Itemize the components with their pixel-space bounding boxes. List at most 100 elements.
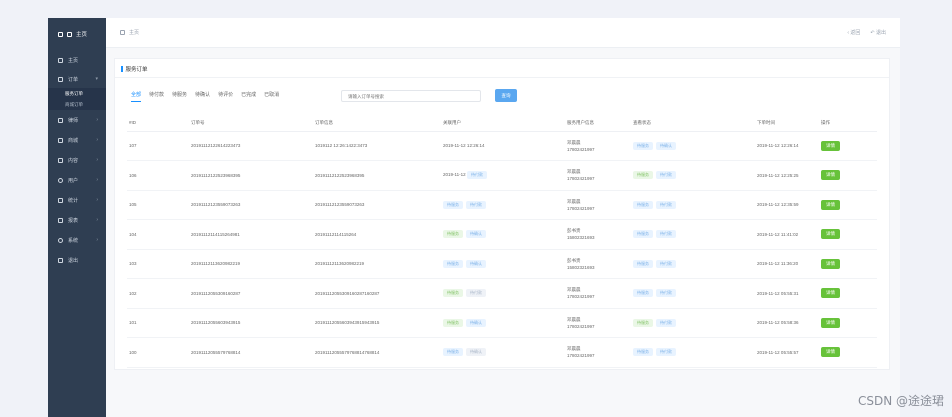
status-tag: 待服务 [633,259,653,268]
user-tag: 待确认 [466,230,486,239]
sidebar-item-mall[interactable]: 商城 › [48,130,106,150]
service-user-phone: 17802421997 [567,205,595,211]
sidebar-brand[interactable]: 主页 [48,18,106,50]
status-tag: 待确认 [656,141,676,150]
status-tabs: 全部 待付款 待服务 待确认 待评价 已完成 已取消 [131,91,279,102]
cell-order-no: 20191112055603943915 [189,308,313,338]
table-row: 105 20191112123559073263 20191112123559073… [127,190,877,220]
detail-button[interactable]: 详情 [821,288,840,299]
sidebar-item-label: 律师 [68,117,79,124]
sidebar-item-logout[interactable]: 退出 [48,250,106,270]
tab-all[interactable]: 全部 [131,91,142,102]
sidebar-item-orders[interactable]: 订单 ▾ [48,70,106,88]
sidebar-item-label: 退出 [68,257,79,264]
column-header: 操作 [819,115,877,132]
cell-status: 待服务 待付款 [631,219,755,250]
service-user-phone: 17802421997 [567,353,595,359]
user-tag: 待服务 [443,230,463,239]
service-user-name: 邓晨晨 [567,198,581,204]
cell-user: 待服务 待确认 [441,308,565,338]
cell-time: 2019-11-12 05:55:31 [755,278,819,309]
cell-actions: 详情 [819,190,877,220]
cell-status: 待服务 待付款 [631,160,755,191]
cell-user: 待服务 待确认 [441,249,565,279]
table-row: 100 20191112055579768814 20191112055579768… [127,337,877,368]
status-tag: 待服务 [633,230,653,239]
sidebar-item-home[interactable]: 主页 [48,50,106,70]
cell-order-info: 20191112055309160287160287 [313,278,441,309]
tab-pending-payment[interactable]: 待付款 [149,91,164,102]
detail-button[interactable]: 详情 [821,140,840,151]
tab-cancelled[interactable]: 已取消 [264,91,279,102]
chevron-right-icon: › [96,177,98,183]
cell-id: 103 [127,249,189,279]
service-user-phone: 15802321693 [567,235,595,241]
sidebar-item-label: 系统 [68,237,79,244]
home-icon [120,30,125,35]
cell-service-user: 邓晨晨 17802421997 [565,190,631,220]
home-icon [58,57,63,63]
logout-button[interactable]: ↶ 退出 [870,29,886,36]
cell-status: 待服务 待付款 [631,190,755,220]
logout-label: 退出 [875,30,886,36]
cell-service-user: 彭书贵 15802321693 [565,219,631,250]
status-tag: 待付款 [656,200,676,209]
sidebar-item-content[interactable]: 内容 › [48,150,106,170]
column-header: 订单信息 [313,115,441,132]
detail-button[interactable]: 详情 [821,347,840,358]
column-header: 服务用户信息 [565,115,631,132]
tab-pending-service[interactable]: 待服务 [172,91,187,102]
sidebar-item-users[interactable]: 用户 › [48,170,106,190]
breadcrumb-home[interactable]: 主页 [129,29,139,36]
cell-order-info: 20191112113620982219 [313,249,441,279]
sidebar-item-lawyers[interactable]: 律师 › [48,110,106,130]
service-user-phone: 17802421997 [567,294,595,300]
table-row: 103 20191112113620982219 20191112113620982… [127,249,877,279]
detail-button[interactable]: 详情 [821,258,840,269]
page-title: 服务订单 [125,67,148,73]
service-user-phone: 17802421997 [567,146,595,152]
cell-order-info: 20191112055603943915943915 [313,308,441,338]
detail-button[interactable]: 详情 [821,229,840,240]
search-input[interactable] [341,90,481,102]
user-tag: 待服务 [443,259,463,268]
detail-button[interactable]: 详情 [821,317,840,328]
column-header: 查看状态 [631,115,755,132]
divider [115,77,889,78]
table-row: 102 20191112055309160287 20191112055309160… [127,278,877,309]
sidebar-subitem-mall-orders[interactable]: 商城订单 [48,99,106,110]
orders-card: 服务订单 全部 待付款 待服务 待确认 待评价 已完成 已取消 查询 #ID 订… [114,58,890,370]
sidebar-item-stats[interactable]: 统计 › [48,190,106,210]
status-tag: 待付款 [656,171,676,180]
cell-service-user: 邓晨晨 17802421997 [565,278,631,309]
logout-icon [58,257,63,263]
sidebar-item-system[interactable]: 系统 › [48,230,106,250]
cell-time: 2019-11-12 11:41:02 [755,219,819,250]
column-header: 订单号 [189,115,313,132]
chevron-right-icon: › [96,157,98,163]
detail-button[interactable]: 详情 [821,170,840,181]
tab-completed[interactable]: 已完成 [241,91,256,102]
table-row: 106 20191112122523968395 20191112122523968… [127,160,877,191]
cell-time: 2019-11-12 12:25:25 [755,160,819,191]
cell-order-no: 20191112055579768814 [189,337,313,368]
tab-pending-confirm[interactable]: 待确认 [195,91,210,102]
chart-icon [58,197,63,203]
service-user-name: 邓晨晨 [567,287,581,293]
detail-button[interactable]: 详情 [821,199,840,210]
cell-order-info: 20191112123559073263 [313,190,441,220]
tab-pending-review[interactable]: 待评价 [218,91,233,102]
back-button[interactable]: ‹ 返回 [847,29,860,36]
sidebar-item-reports[interactable]: 报表 › [48,210,106,230]
search-button[interactable]: 查询 [495,89,517,102]
sidebar-subitem-service-orders[interactable]: 服务订单 [48,88,106,99]
cell-order-no: 20191112123559073263 [189,190,313,220]
cell-order-no: 20191112122523968395 [189,160,313,191]
cell-actions: 详情 [819,131,877,161]
orders-table: #ID 订单号 订单信息 关联用户 服务用户信息 查看状态 下单时间 操作 10… [127,115,877,368]
service-user-name: 邓晨晨 [567,139,581,145]
report-icon [58,217,63,223]
cell-id: 104 [127,219,189,250]
cell-id: 102 [127,278,189,309]
cell-id: 107 [127,131,189,161]
